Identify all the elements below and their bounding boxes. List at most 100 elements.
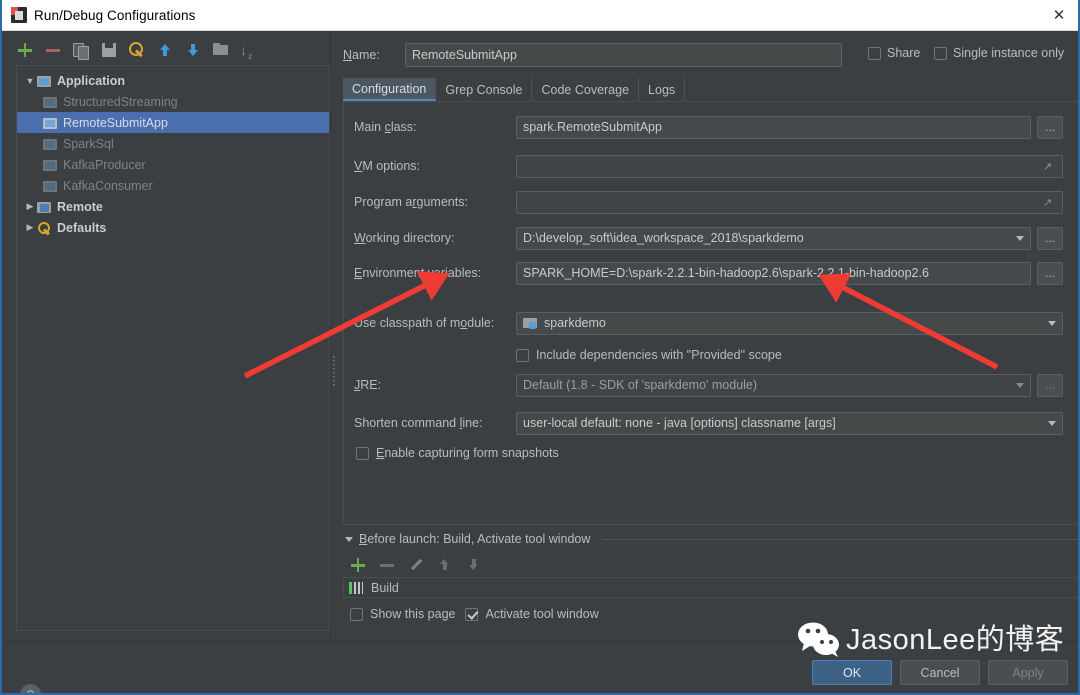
tree-node-label: KafkaConsumer (63, 179, 153, 193)
environment-variables-browse-button[interactable]: ... (1037, 262, 1063, 285)
enable-snapshots-checkbox-box[interactable] (356, 447, 369, 460)
sort-alpha-icon[interactable]: ↓ z (240, 41, 258, 59)
working-directory-input[interactable]: D:\develop_soft\idea_workspace_2018\spar… (516, 227, 1031, 250)
enable-snapshots-checkbox[interactable]: Enable capturing form snapshots (356, 446, 559, 460)
copy-icon[interactable] (72, 41, 90, 59)
expand-icon[interactable]: ↗ (1043, 160, 1057, 174)
show-this-page-checkbox-box[interactable] (350, 608, 363, 621)
share-checkbox-label: Share (887, 46, 920, 60)
name-label: Name: (343, 48, 405, 62)
jre-browse-button[interactable]: ... (1037, 374, 1063, 397)
chevron-down-icon[interactable] (345, 537, 353, 542)
cancel-button[interactable]: Cancel (900, 660, 980, 685)
plus-icon[interactable] (350, 557, 366, 573)
tree-node-label: Application (57, 74, 125, 88)
shorten-command-line-combobox[interactable]: user-local default: none - java [options… (516, 412, 1063, 435)
activate-tool-window-checkbox-box[interactable] (465, 608, 478, 621)
working-directory-browse-button[interactable]: ... (1037, 227, 1063, 250)
title-bar: Run/Debug Configurations ✕ (2, 0, 1080, 31)
vm-options-input[interactable]: ↗ (516, 155, 1063, 178)
include-provided-checkbox[interactable]: Include dependencies with "Provided" sco… (516, 348, 782, 362)
arrow-up-icon[interactable] (437, 557, 453, 573)
footer-divider (4, 641, 1080, 642)
share-checkbox-box[interactable] (868, 47, 881, 60)
name-input[interactable] (405, 43, 842, 67)
before-launch-task-list[interactable]: Build (343, 577, 1080, 598)
single-instance-checkbox[interactable]: Single instance only (934, 46, 1064, 60)
minus-icon[interactable] (379, 557, 395, 573)
window-title: Run/Debug Configurations (34, 8, 196, 23)
chevron-down-icon[interactable] (1011, 228, 1029, 249)
arrow-down-icon[interactable] (184, 41, 202, 59)
chevron-right-icon[interactable]: ▶ (23, 201, 37, 212)
environment-variables-input[interactable]: SPARK_HOME=D:\spark-2.2.1-bin-hadoop2.6\… (516, 262, 1031, 285)
working-directory-label: Working directory: (344, 231, 516, 245)
folder-icon[interactable] (212, 41, 230, 59)
tree-node-kafkaconsumer[interactable]: KafkaConsumer (17, 175, 329, 196)
use-classpath-label: Use classpath of module: (344, 316, 516, 330)
show-this-page-checkbox[interactable]: Show this page (350, 607, 455, 621)
tree-node-defaults[interactable]: ▶ Defaults (17, 217, 329, 238)
expand-icon[interactable]: ↗ (1043, 196, 1057, 210)
vm-options-row: VM options: ↗ (344, 153, 1080, 179)
tree-node-label: Defaults (57, 221, 106, 235)
wrench-icon[interactable] (128, 41, 146, 59)
apply-button[interactable]: Apply (988, 660, 1068, 685)
single-instance-checkbox-box[interactable] (934, 47, 947, 60)
configuration-editor-panel: Name: Share Single instance only Configu… (338, 31, 1080, 639)
tree-node-structuredstreaming[interactable]: StructuredStreaming (17, 91, 329, 112)
tree-node-label: SparkSql (63, 137, 114, 151)
chevron-down-icon[interactable]: ▼ (23, 76, 37, 86)
environment-variables-label: Environment variables: (344, 266, 516, 280)
activate-tool-window-checkbox[interactable]: Activate tool window (465, 607, 598, 621)
main-class-input[interactable]: spark.RemoteSubmitApp (516, 116, 1031, 139)
close-icon[interactable]: ✕ (1036, 0, 1080, 30)
minus-icon[interactable] (44, 41, 62, 59)
pencil-icon[interactable] (408, 557, 424, 573)
chevron-down-icon[interactable] (1043, 413, 1061, 434)
tree-node-remotesubmitapp[interactable]: RemoteSubmitApp (17, 112, 329, 133)
main-class-browse-button[interactable]: ... (1037, 116, 1063, 139)
before-launch-footer: Show this page Activate tool window (350, 607, 599, 621)
plus-icon[interactable] (16, 41, 34, 59)
chevron-right-icon[interactable]: ▶ (23, 222, 37, 233)
jre-label: JRE: (344, 378, 516, 392)
single-instance-checkbox-label: Single instance only (953, 46, 1064, 60)
tree-node-application[interactable]: ▼ Application (17, 70, 329, 91)
configurations-toolbar: ↓ z (4, 37, 330, 63)
use-classpath-combobox[interactable]: sparkdemo (516, 312, 1063, 335)
use-classpath-value: sparkdemo (544, 316, 606, 330)
tree-node-sparksql[interactable]: SparkSql (17, 133, 329, 154)
jre-combobox[interactable]: Default (1.8 - SDK of 'sparkdemo' module… (516, 374, 1031, 397)
tree-node-remote[interactable]: ▶ Remote (17, 196, 329, 217)
application-icon (43, 158, 58, 172)
application-icon (43, 179, 58, 193)
module-icon (523, 317, 538, 330)
chevron-down-icon[interactable] (1043, 313, 1061, 334)
tab-configuration[interactable]: Configuration (343, 78, 436, 101)
program-arguments-input[interactable]: ↗ (516, 191, 1063, 214)
tab-logs[interactable]: Logs (639, 78, 685, 101)
arrow-up-icon[interactable] (156, 41, 174, 59)
build-icon (349, 581, 365, 595)
tree-node-label: RemoteSubmitApp (63, 116, 168, 130)
splitter-handle-icon[interactable] (333, 356, 335, 386)
ok-button[interactable]: OK (812, 660, 892, 685)
tree-node-label: StructuredStreaming (63, 95, 178, 109)
chevron-down-icon[interactable] (1011, 375, 1029, 396)
share-checkbox[interactable]: Share (868, 46, 920, 60)
main-class-row: Main class: spark.RemoteSubmitApp ... (344, 114, 1080, 140)
arrow-down-icon[interactable] (466, 557, 482, 573)
before-launch-title: Before launch: Build, Activate tool wind… (359, 532, 590, 546)
tab-code-coverage[interactable]: Code Coverage (532, 78, 639, 101)
tab-grep-console[interactable]: Grep Console (436, 78, 532, 101)
dialog-button-bar: OK Cancel Apply (812, 660, 1068, 685)
include-provided-checkbox-box[interactable] (516, 349, 529, 362)
tree-node-kafkaproducer[interactable]: KafkaProducer (17, 154, 329, 175)
main-class-label: Main class: (344, 120, 516, 134)
save-icon[interactable] (100, 41, 118, 59)
help-button[interactable]: ? (20, 684, 41, 695)
application-icon (43, 116, 58, 130)
panel-splitter[interactable] (330, 31, 338, 639)
configurations-panel: ↓ z ▼ Application StructuredStreaming Re… (4, 31, 330, 639)
